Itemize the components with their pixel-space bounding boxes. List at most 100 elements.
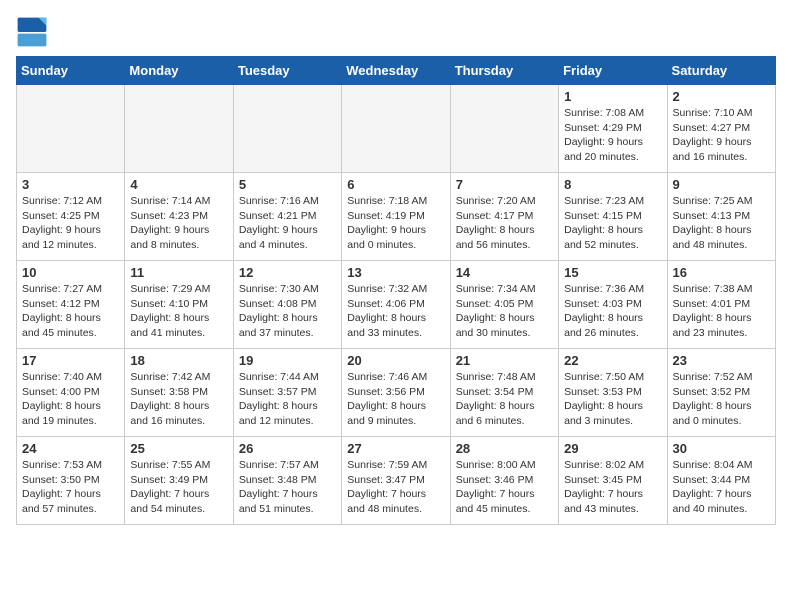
calendar-cell: 15Sunrise: 7:36 AM Sunset: 4:03 PM Dayli… (559, 261, 667, 349)
day-number: 7 (456, 177, 553, 192)
cell-content: Sunrise: 7:48 AM Sunset: 3:54 PM Dayligh… (456, 370, 553, 429)
cell-content: Sunrise: 7:14 AM Sunset: 4:23 PM Dayligh… (130, 194, 227, 253)
calendar-cell (233, 85, 341, 173)
cell-content: Sunrise: 7:16 AM Sunset: 4:21 PM Dayligh… (239, 194, 336, 253)
day-header-friday: Friday (559, 57, 667, 85)
day-number: 26 (239, 441, 336, 456)
calendar-cell (17, 85, 125, 173)
cell-content: Sunrise: 7:27 AM Sunset: 4:12 PM Dayligh… (22, 282, 119, 341)
cell-content: Sunrise: 7:08 AM Sunset: 4:29 PM Dayligh… (564, 106, 661, 165)
calendar-table: SundayMondayTuesdayWednesdayThursdayFrid… (16, 56, 776, 525)
cell-content: Sunrise: 7:25 AM Sunset: 4:13 PM Dayligh… (673, 194, 770, 253)
cell-content: Sunrise: 7:20 AM Sunset: 4:17 PM Dayligh… (456, 194, 553, 253)
calendar-cell (125, 85, 233, 173)
calendar-cell: 6 Sunrise: 7:18 AM Sunset: 4:19 PM Daylig… (342, 173, 450, 261)
calendar-cell: 8 Sunrise: 7:23 AM Sunset: 4:15 PM Daylig… (559, 173, 667, 261)
cell-content: Sunrise: 7:42 AM Sunset: 3:58 PM Dayligh… (130, 370, 227, 429)
calendar-cell: 27Sunrise: 7:59 AM Sunset: 3:47 PM Dayli… (342, 437, 450, 525)
calendar-cell: 14 Sunrise: 7:34 AM Sunset: 4:05 PM Dayli… (450, 261, 558, 349)
calendar-cell: 2Sunrise: 7:10 AM Sunset: 4:27 PM Daylig… (667, 85, 775, 173)
cell-content: Sunrise: 7:18 AM Sunset: 4:19 PM Dayligh… (347, 194, 444, 253)
cell-content: Sunrise: 7:38 AM Sunset: 4:01 PM Dayligh… (673, 282, 770, 341)
day-number: 17 (22, 353, 119, 368)
cell-content: Sunrise: 7:29 AM Sunset: 4:10 PM Dayligh… (130, 282, 227, 341)
day-number: 6 (347, 177, 444, 192)
calendar-row: 24Sunrise: 7:53 AM Sunset: 3:50 PM Dayli… (17, 437, 776, 525)
day-number: 21 (456, 353, 553, 368)
calendar-cell: 19 Sunrise: 7:44 AM Sunset: 3:57 PM Dayli… (233, 349, 341, 437)
calendar-cell: 11 Sunrise: 7:29 AM Sunset: 4:10 PM Dayli… (125, 261, 233, 349)
day-number: 16 (673, 265, 770, 280)
cell-content: Sunrise: 7:57 AM Sunset: 3:48 PM Dayligh… (239, 458, 336, 517)
logo-icon (16, 16, 48, 48)
day-number: 13 (347, 265, 444, 280)
cell-content: Sunrise: 7:55 AM Sunset: 3:49 PM Dayligh… (130, 458, 227, 517)
calendar-cell: 22 Sunrise: 7:50 AM Sunset: 3:53 PM Dayli… (559, 349, 667, 437)
day-number: 30 (673, 441, 770, 456)
calendar-cell: 26 Sunrise: 7:57 AM Sunset: 3:48 PM Dayli… (233, 437, 341, 525)
calendar-cell: 3 Sunrise: 7:12 AM Sunset: 4:25 PM Daylig… (17, 173, 125, 261)
calendar-row: 1 Sunrise: 7:08 AM Sunset: 4:29 PM Daylig… (17, 85, 776, 173)
calendar-cell: 30 Sunrise: 8:04 AM Sunset: 3:44 PM Dayli… (667, 437, 775, 525)
calendar-cell: 1 Sunrise: 7:08 AM Sunset: 4:29 PM Daylig… (559, 85, 667, 173)
calendar-cell: 20Sunrise: 7:46 AM Sunset: 3:56 PM Dayli… (342, 349, 450, 437)
calendar-cell: 16 Sunrise: 7:38 AM Sunset: 4:01 PM Dayli… (667, 261, 775, 349)
day-header-tuesday: Tuesday (233, 57, 341, 85)
day-header-thursday: Thursday (450, 57, 558, 85)
calendar-cell: 5 Sunrise: 7:16 AM Sunset: 4:21 PM Daylig… (233, 173, 341, 261)
day-number: 1 (564, 89, 661, 104)
cell-content: Sunrise: 7:12 AM Sunset: 4:25 PM Dayligh… (22, 194, 119, 253)
cell-content: Sunrise: 8:04 AM Sunset: 3:44 PM Dayligh… (673, 458, 770, 517)
cell-content: Sunrise: 7:52 AM Sunset: 3:52 PM Dayligh… (673, 370, 770, 429)
calendar-cell: 25 Sunrise: 7:55 AM Sunset: 3:49 PM Dayli… (125, 437, 233, 525)
calendar-row: 3 Sunrise: 7:12 AM Sunset: 4:25 PM Daylig… (17, 173, 776, 261)
cell-content: Sunrise: 8:02 AM Sunset: 3:45 PM Dayligh… (564, 458, 661, 517)
day-number: 12 (239, 265, 336, 280)
day-number: 19 (239, 353, 336, 368)
cell-content: Sunrise: 7:53 AM Sunset: 3:50 PM Dayligh… (22, 458, 119, 517)
cell-content: Sunrise: 7:34 AM Sunset: 4:05 PM Dayligh… (456, 282, 553, 341)
day-number: 11 (130, 265, 227, 280)
calendar-cell: 12 Sunrise: 7:30 AM Sunset: 4:08 PM Dayli… (233, 261, 341, 349)
day-number: 14 (456, 265, 553, 280)
day-number: 3 (22, 177, 119, 192)
day-number: 8 (564, 177, 661, 192)
calendar-cell: 17 Sunrise: 7:40 AM Sunset: 4:00 PM Dayli… (17, 349, 125, 437)
day-number: 29 (564, 441, 661, 456)
calendar-header-row: SundayMondayTuesdayWednesdayThursdayFrid… (17, 57, 776, 85)
cell-content: Sunrise: 7:50 AM Sunset: 3:53 PM Dayligh… (564, 370, 661, 429)
calendar-cell: 10 Sunrise: 7:27 AM Sunset: 4:12 PM Dayli… (17, 261, 125, 349)
day-number: 5 (239, 177, 336, 192)
calendar-cell: 28Sunrise: 8:00 AM Sunset: 3:46 PM Dayli… (450, 437, 558, 525)
cell-content: Sunrise: 7:23 AM Sunset: 4:15 PM Dayligh… (564, 194, 661, 253)
calendar-cell: 23 Sunrise: 7:52 AM Sunset: 3:52 PM Dayli… (667, 349, 775, 437)
day-header-monday: Monday (125, 57, 233, 85)
calendar-row: 17 Sunrise: 7:40 AM Sunset: 4:00 PM Dayli… (17, 349, 776, 437)
cell-content: Sunrise: 7:44 AM Sunset: 3:57 PM Dayligh… (239, 370, 336, 429)
calendar-cell (342, 85, 450, 173)
day-header-sunday: Sunday (17, 57, 125, 85)
calendar-cell: 21 Sunrise: 7:48 AM Sunset: 3:54 PM Dayli… (450, 349, 558, 437)
calendar-row: 10 Sunrise: 7:27 AM Sunset: 4:12 PM Dayli… (17, 261, 776, 349)
day-number: 22 (564, 353, 661, 368)
calendar-cell (450, 85, 558, 173)
cell-content: Sunrise: 7:36 AM Sunset: 4:03 PM Dayligh… (564, 282, 661, 341)
day-number: 10 (22, 265, 119, 280)
cell-content: Sunrise: 7:59 AM Sunset: 3:47 PM Dayligh… (347, 458, 444, 517)
day-number: 25 (130, 441, 227, 456)
calendar-cell: 9 Sunrise: 7:25 AM Sunset: 4:13 PM Daylig… (667, 173, 775, 261)
cell-content: Sunrise: 7:40 AM Sunset: 4:00 PM Dayligh… (22, 370, 119, 429)
day-number: 4 (130, 177, 227, 192)
cell-content: Sunrise: 8:00 AM Sunset: 3:46 PM Dayligh… (456, 458, 553, 517)
day-number: 9 (673, 177, 770, 192)
day-header-saturday: Saturday (667, 57, 775, 85)
cell-content: Sunrise: 7:46 AM Sunset: 3:56 PM Dayligh… (347, 370, 444, 429)
calendar-cell: 7 Sunrise: 7:20 AM Sunset: 4:17 PM Daylig… (450, 173, 558, 261)
calendar-cell: 29 Sunrise: 8:02 AM Sunset: 3:45 PM Dayli… (559, 437, 667, 525)
page-header (16, 16, 776, 48)
calendar-cell: 24Sunrise: 7:53 AM Sunset: 3:50 PM Dayli… (17, 437, 125, 525)
calendar-cell: 18Sunrise: 7:42 AM Sunset: 3:58 PM Dayli… (125, 349, 233, 437)
calendar-cell: 4 Sunrise: 7:14 AM Sunset: 4:23 PM Daylig… (125, 173, 233, 261)
day-number: 23 (673, 353, 770, 368)
cell-content: Sunrise: 7:30 AM Sunset: 4:08 PM Dayligh… (239, 282, 336, 341)
